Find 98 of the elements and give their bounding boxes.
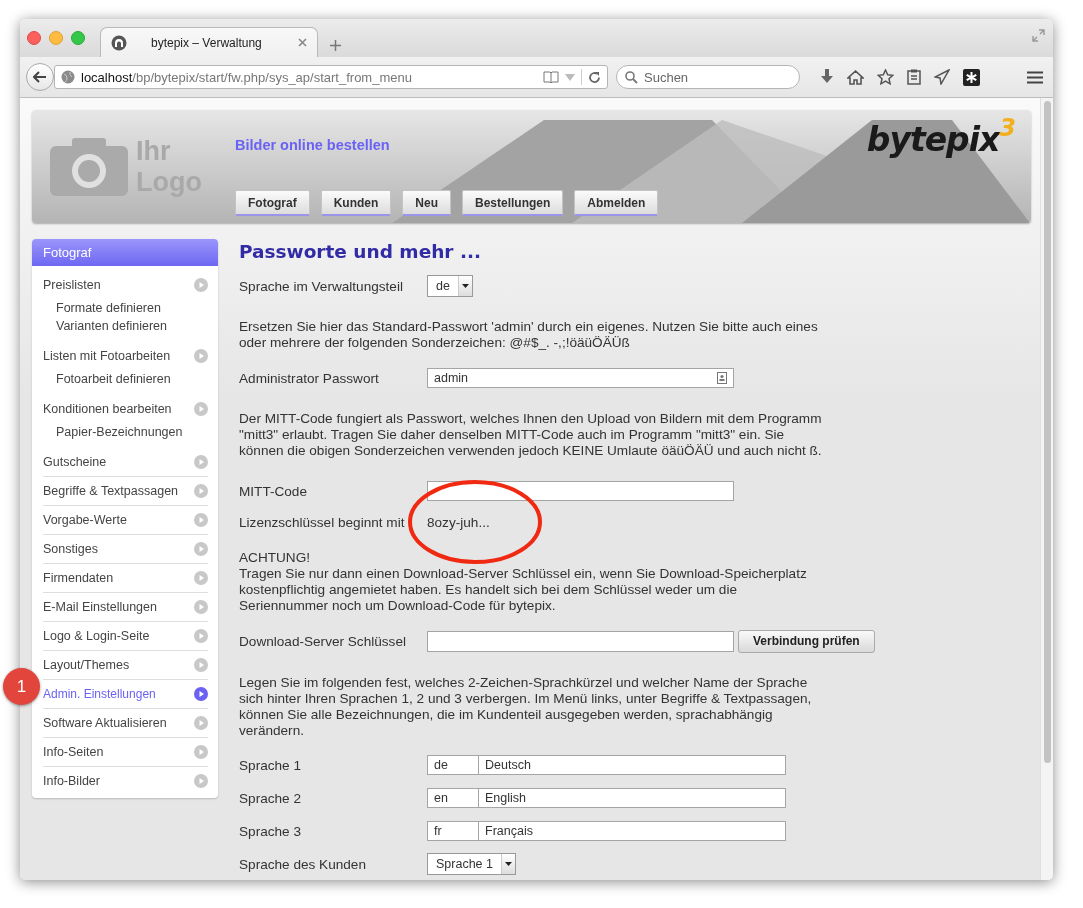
input-field[interactable] [427,481,734,501]
brand-logo: bytepix [866,120,1000,159]
code-field[interactable]: fr [427,821,479,841]
back-arrow-icon [33,71,47,83]
globe-icon [61,70,75,84]
input-field[interactable]: English [479,788,786,808]
instruction-text: Ersetzen Sie hier das Standard-Passwort 'admin' durch ein eigenes. Nutzen Sie bitte auch eines oder mehrere der folgenden Sonderzeichen: @#$_. -,;!öäüÖÄÜß [239,319,819,351]
caret-icon [505,862,512,866]
code-field[interactable]: de [427,755,479,775]
field-label: Sprache im Verwaltungsteil [239,278,404,294]
address-bar[interactable]: localhost/bp/bytepix/start/fw.php/sys_ap/start_from_menu [54,65,608,89]
menu-icon[interactable] [1027,70,1043,84]
sidebar-item[interactable]: Info-Bilder [43,766,208,795]
input-field[interactable] [427,630,734,652]
back-button[interactable] [26,63,54,91]
sidebar-item[interactable]: Sonstiges [43,534,208,563]
field-label: Download-Server Schlüssel [239,633,407,649]
download-icon[interactable] [820,69,834,85]
nav-button[interactable]: Abmelden [574,190,659,216]
search-field[interactable]: Suchen [616,65,800,89]
code-field[interactable]: en [427,788,479,808]
brand-version: 3 [999,114,1015,142]
dropdown[interactable]: Sprache 1 [427,853,516,875]
field-label: Sprache 3 [239,823,302,839]
field-label: Sprache 2 [239,790,302,806]
fullscreen-icon[interactable] [1032,29,1045,42]
browser-tab[interactable]: bytepix – Verwaltung [100,27,318,57]
tagline: Bilder online bestellen [235,137,390,153]
input-field[interactable]: Deutsch [479,755,786,775]
input-field[interactable]: Français [479,821,786,841]
sidebar-item[interactable]: Preislisten [43,270,208,299]
clipboard-icon[interactable] [907,69,921,85]
dropdown[interactable]: de [427,275,473,297]
camera-icon [50,138,128,196]
password-field[interactable]: admin [427,368,734,388]
reader-view-icon[interactable] [543,71,559,83]
star-icon[interactable] [877,69,894,85]
sidebar-item[interactable]: Gutscheine [43,447,208,476]
field-label: MITT-Code [239,483,308,499]
arrow-circle-icon [194,348,208,363]
sidebar-subitem[interactable]: Formate definieren [43,299,167,317]
arrow-circle-icon [194,774,208,788]
new-tab-icon[interactable] [330,40,341,51]
arrow-circle-icon [194,571,208,585]
arrow-circle-icon [194,658,208,672]
arrow-circle-icon [194,277,208,292]
arrow-circle-icon [194,454,208,469]
sidebar-item[interactable]: Layout/Themes [43,650,208,679]
warning-text: Tragen Sie nur dann einen Download-Server Schlüssel ein, wenn Sie Download-Speicherplatz kostenpflichtig angemietet haben. Es handelt sich bei dem Schlüssel weder um die Seriennummer noch um Download-Code für bytepix. [239,566,808,614]
sidebar-item[interactable]: Info-Seiten [43,737,208,766]
arrow-circle-icon [194,745,208,759]
close-window-button[interactable] [27,31,41,45]
arrow-circle-icon [194,484,208,498]
search-icon [625,70,638,84]
arrow-circle-icon [194,716,208,730]
close-tab-icon[interactable] [298,38,307,47]
arrow-circle-icon [194,600,208,614]
scrollbar[interactable] [1040,98,1053,880]
sidebar-item[interactable]: Begriffe & Textpassagen [43,476,208,505]
arrow-circle-icon [194,401,208,416]
favicon-icon [111,34,127,51]
field-label: Sprache des Kunden [239,856,367,872]
field-label: Sprache 1 [239,757,302,773]
arrow-circle-icon [194,687,208,701]
sidebar-item[interactable]: Konditionen bearbeiten [43,394,208,423]
sidebar-item[interactable]: Logo & Login-Seite [43,621,208,650]
sidebar-item[interactable]: E-Mail Einstellungen [43,592,208,621]
warning-heading: ACHTUNG! [239,550,311,566]
instruction-text: Der MITT-Code fungiert als Passwort, welches Ihnen den Upload von Bildern mit dem Programm "mitt3" erlaubt. Tragen Sie daher denselben MITT-Code auch im Programm "mitt3" ein. Sie können die obigen Sonderzeichen verwenden jedoch KEINE Umlaute öäüÖÄÜ und auch nicht ß. [239,411,823,459]
sidebar-header: Fotograf [32,239,218,266]
contact-card-icon [717,372,727,384]
arrow-circle-icon [194,513,208,527]
field-label: Lizenzschlüssel beginnt mit [239,514,406,530]
sidebar-item[interactable]: Vorgabe-Werte [43,505,208,534]
field-label: Administrator Passwort [239,370,380,386]
sidebar-item[interactable]: Software Aktualisieren [43,708,208,737]
instruction-text: Legen Sie im folgenden fest, welches 2-Zeichen-Sprachkürzel und welcher Name der Sprache sich hinter Ihren Sprachen 1, 2 und 3 verbergen. Im Menü links, unter Begriffe & Textpassagen, können Sie alle Bezeichnungen, die im Kundenteil ausgegeben werden, sprachabhängig verändern. [239,675,813,739]
asterisk-square-icon[interactable] [963,68,980,86]
zoom-button[interactable] [71,31,85,45]
caret-icon [461,284,469,288]
nav-button[interactable]: Bestellungen [462,190,564,216]
sidebar-subitem[interactable]: Fotoarbeit definieren [43,370,177,388]
sidebar-item[interactable]: Listen mit Fotoarbeiten [43,341,208,370]
reload-icon[interactable] [588,70,601,84]
page-title: Passworte und mehr ... [239,241,482,262]
nav-button[interactable]: Neu [402,190,451,216]
license-key-text: 8ozy-juh... [427,514,490,530]
sidebar-subitem[interactable]: Papier-Bezeichnungen [43,423,189,441]
sidebar-item[interactable]: Firmendaten [43,563,208,592]
home-icon[interactable] [847,69,864,85]
sidebar-subitem[interactable]: Varianten definieren [43,317,173,335]
sidebar-item[interactable]: Admin. Einstellungen [43,679,208,708]
arrow-circle-icon [194,542,208,556]
nav-button[interactable]: Kunden [320,190,392,216]
check-connection-button[interactable]: Verbindung prüfen [738,629,875,653]
arrow-circle-icon [194,629,208,643]
nav-button[interactable]: Fotograf [235,190,310,216]
paper-plane-icon[interactable] [934,69,950,85]
